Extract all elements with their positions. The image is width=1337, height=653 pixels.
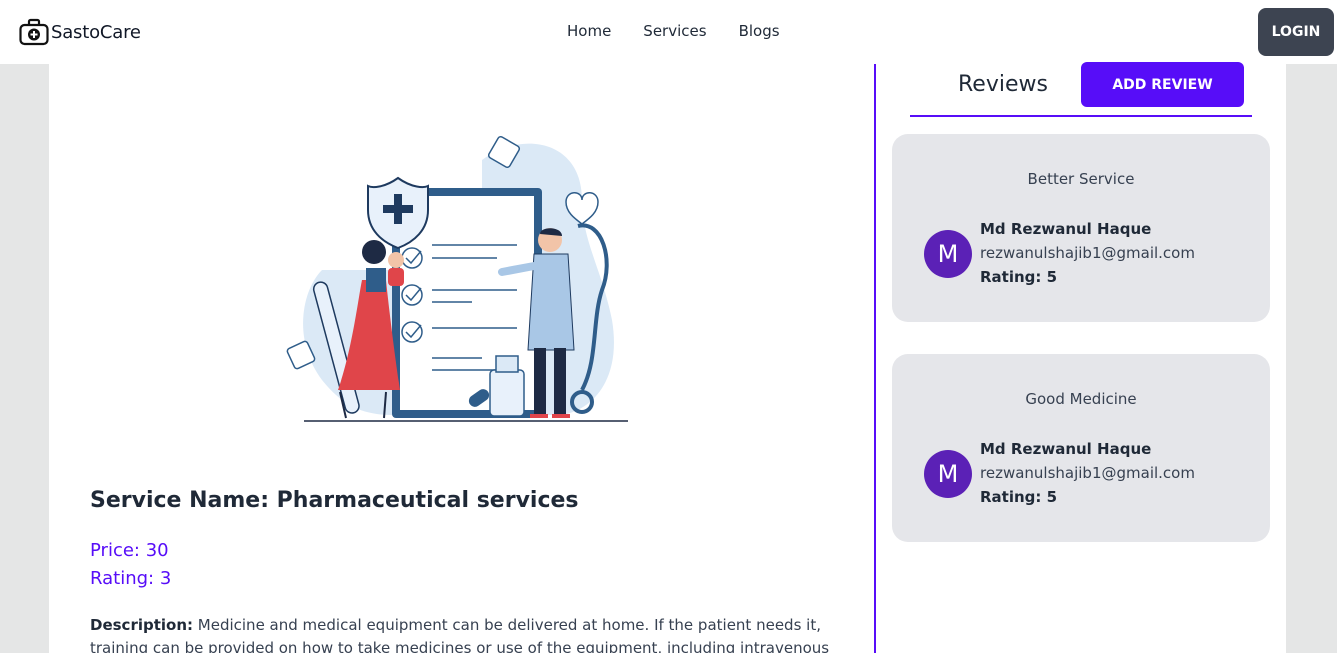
- vertical-divider: [874, 64, 876, 653]
- service-description: Description: Medicine and medical equipm…: [90, 614, 835, 653]
- nav-blogs[interactable]: Blogs: [739, 22, 780, 40]
- service-name: Service Name: Pharmaceutical services: [90, 488, 579, 513]
- avatar: M: [924, 230, 972, 278]
- review-card: Good Medicine M Md Rezwanul Haque rezwan…: [892, 354, 1270, 542]
- description-label: Description:: [90, 616, 194, 634]
- review-title: Good Medicine: [1025, 390, 1137, 408]
- medical-bag-icon: [19, 18, 49, 46]
- service-rating: Rating: 3: [90, 568, 172, 589]
- navbar: SastoCare Home Services Blogs LOGIN: [0, 0, 1337, 64]
- reviewer-rating: Rating: 5: [980, 268, 1058, 286]
- reviewer-email: rezwanulshajib1@gmail.com: [980, 244, 1195, 262]
- reviewer-name: Md Rezwanul Haque: [980, 440, 1152, 458]
- avatar: M: [924, 450, 972, 498]
- add-review-button[interactable]: ADD REVIEW: [1081, 62, 1244, 107]
- review-card: Better Service M Md Rezwanul Haque rezwa…: [892, 134, 1270, 322]
- login-button[interactable]: LOGIN: [1258, 8, 1334, 56]
- service-price: Price: 30: [90, 540, 169, 561]
- reviewer-rating: Rating: 5: [980, 488, 1058, 506]
- nav-menu: Home Services Blogs: [567, 22, 780, 40]
- review-title: Better Service: [1027, 170, 1135, 188]
- reviewer-name: Md Rezwanul Haque: [980, 220, 1152, 238]
- nav-home[interactable]: Home: [567, 22, 611, 40]
- brand-logo[interactable]: SastoCare: [19, 18, 141, 46]
- description-text: Medicine and medical equipment can be de…: [90, 616, 830, 653]
- pharmacy-illustration: [286, 135, 628, 422]
- nav-services[interactable]: Services: [643, 22, 706, 40]
- brand-name: SastoCare: [51, 21, 141, 43]
- reviews-underline: [910, 115, 1252, 117]
- reviewer-email: rezwanulshajib1@gmail.com: [980, 464, 1195, 482]
- reviews-heading: Reviews: [958, 72, 1048, 97]
